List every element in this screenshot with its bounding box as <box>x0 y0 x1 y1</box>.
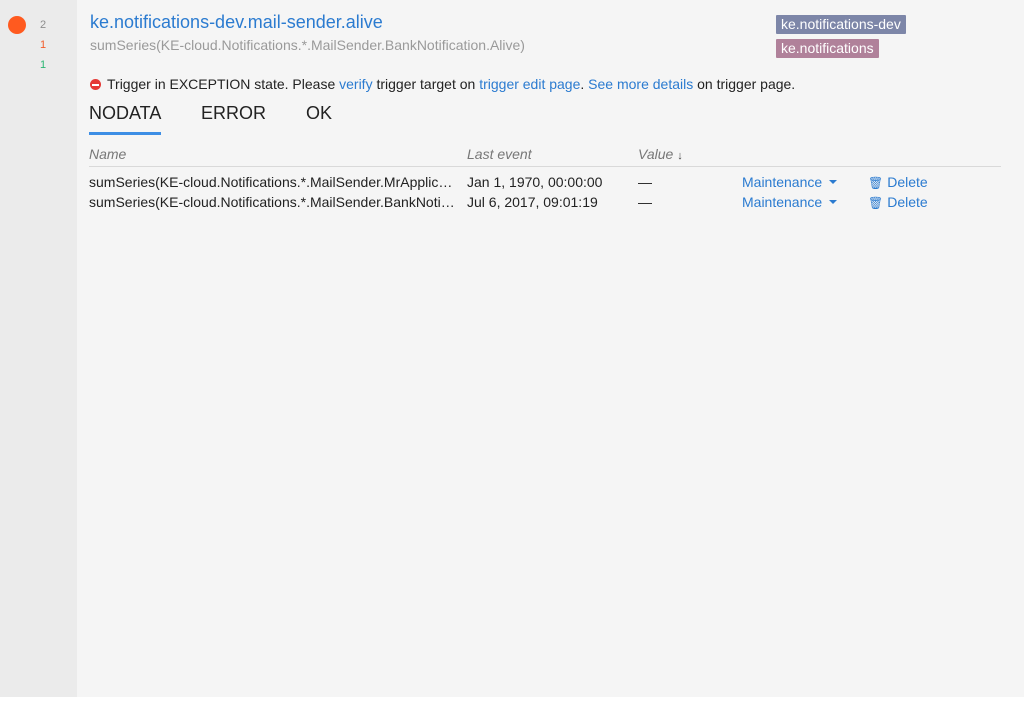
column-header-name[interactable]: Name <box>89 146 126 162</box>
verify-link[interactable]: verify <box>339 76 372 92</box>
sort-descending-icon: ↓ <box>677 150 683 162</box>
trash-icon: 🗑 <box>868 176 884 190</box>
trigger-name-link[interactable]: ke.notifications-dev.mail-sender.alive <box>90 12 383 33</box>
trigger-target: sumSeries(KE-cloud.Notifications.*.MailS… <box>90 37 525 53</box>
metric-count-ok: 1 <box>40 59 47 71</box>
column-header-value[interactable]: Value ↓ <box>638 146 683 162</box>
caret-down-icon <box>829 180 838 184</box>
see-more-details-link[interactable]: See more details <box>588 76 693 92</box>
caret-down-icon <box>829 200 838 204</box>
column-header-last-event[interactable]: Last event <box>467 146 532 162</box>
tag-badge[interactable]: ke.notifications-dev <box>776 15 906 34</box>
maintenance-dropdown[interactable]: Maintenance <box>742 174 838 190</box>
metric-name: sumSeries(KE-cloud.Notifications.*.MailS… <box>89 194 457 210</box>
tab-error[interactable]: ERROR <box>201 103 266 132</box>
exception-text: trigger target on <box>372 76 480 92</box>
header-divider <box>89 166 1001 167</box>
maintenance-label: Maintenance <box>742 174 823 190</box>
maintenance-dropdown[interactable]: Maintenance <box>742 194 838 210</box>
error-circle-icon <box>90 79 101 90</box>
page-frame: 2 1 1 ke.notifications-dev.mail-sender.a… <box>0 0 1024 697</box>
exception-text: Trigger in EXCEPTION state. Please <box>107 76 340 92</box>
tag-badge[interactable]: ke.notifications <box>776 39 879 58</box>
delete-label: Delete <box>887 174 928 190</box>
trash-icon: 🗑 <box>868 196 884 210</box>
table-row: sumSeries(KE-cloud.Notifications.*.MailS… <box>0 174 1024 194</box>
delete-button[interactable]: 🗑 Delete <box>868 194 928 210</box>
exception-message: Trigger in EXCEPTION state. Please verif… <box>90 76 795 92</box>
metric-count-total: 2 <box>40 19 47 31</box>
metric-last-event: Jul 6, 2017, 09:01:19 <box>467 194 598 210</box>
trigger-state-indicator <box>8 16 26 34</box>
delete-label: Delete <box>887 194 928 210</box>
metric-count-error: 1 <box>40 39 47 51</box>
table-row: sumSeries(KE-cloud.Notifications.*.MailS… <box>0 194 1024 214</box>
exception-text: on trigger page. <box>693 76 796 92</box>
metric-value: — <box>638 174 652 190</box>
metric-name: sumSeries(KE-cloud.Notifications.*.MailS… <box>89 174 457 190</box>
exception-text: . <box>580 76 589 92</box>
delete-button[interactable]: 🗑 Delete <box>868 174 928 190</box>
maintenance-label: Maintenance <box>742 194 823 210</box>
trigger-edit-page-link[interactable]: trigger edit page <box>479 76 580 92</box>
metric-value: — <box>638 194 652 210</box>
tab-ok[interactable]: OK <box>306 103 332 132</box>
trigger-state-column: 2 1 1 <box>0 0 77 697</box>
tab-nodata[interactable]: NODATA <box>89 103 162 135</box>
column-header-value-label: Value <box>638 146 674 162</box>
metric-last-event: Jan 1, 1970, 00:00:00 <box>467 174 603 190</box>
